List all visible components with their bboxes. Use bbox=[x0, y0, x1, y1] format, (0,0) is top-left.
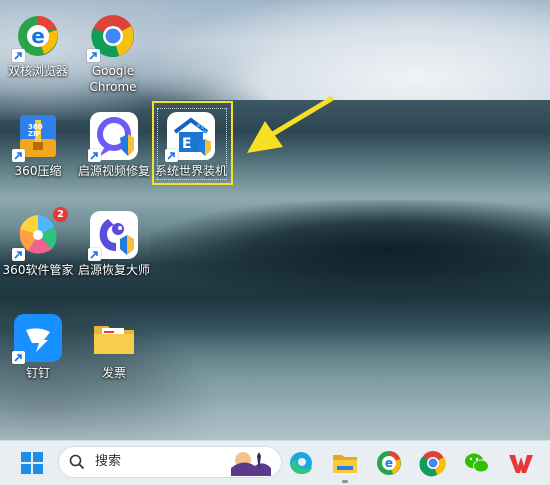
taskbar-file-explorer[interactable] bbox=[329, 447, 361, 479]
360-zip-icon: 360 ZIP bbox=[12, 112, 62, 162]
desktop-icon-360-software-manager[interactable]: 2 360软件管家 bbox=[0, 207, 76, 278]
svg-text:ZIP: ZIP bbox=[28, 130, 41, 138]
shortcut-arrow-icon bbox=[88, 149, 101, 162]
desktop-icon-label: Google Chrome bbox=[89, 64, 137, 94]
desktop-icon-label: 360软件管家 bbox=[2, 263, 74, 277]
search-placeholder: 搜索 bbox=[95, 454, 122, 469]
wallpaper-forest-reflection bbox=[150, 200, 550, 300]
system-world-installer-icon: E bbox=[165, 112, 215, 162]
taskbar-wps[interactable] bbox=[505, 447, 537, 479]
shortcut-arrow-icon bbox=[88, 248, 101, 261]
notification-badge: 2 bbox=[53, 207, 68, 222]
video-repair-icon bbox=[88, 112, 138, 162]
edge-icon bbox=[290, 452, 312, 474]
desktop-icon-label: 钉钉 bbox=[25, 366, 50, 380]
file-explorer-icon bbox=[333, 455, 357, 473]
shortcut-arrow-icon bbox=[12, 49, 25, 62]
desktop-icon-dual-core-browser[interactable]: e 双核浏览器 bbox=[0, 12, 76, 79]
dual-core-browser-icon: e bbox=[12, 12, 62, 62]
shortcut-arrow-icon bbox=[87, 49, 100, 62]
desktop-icon-system-world-installer[interactable]: E 系统世界装机 bbox=[153, 112, 229, 179]
taskbar-chrome[interactable] bbox=[417, 447, 449, 479]
taskbar: 搜索 e bbox=[0, 440, 550, 485]
desktop-icon-video-repair[interactable]: 启源视频修复 bbox=[76, 112, 152, 179]
desktop-icon-label: 启源恢复大师 bbox=[77, 263, 150, 277]
shortcut-arrow-icon bbox=[12, 149, 25, 162]
shortcut-arrow-icon bbox=[12, 351, 25, 364]
desktop-icon-label: 发票 bbox=[101, 366, 126, 380]
wallpaper-mountain-snow bbox=[140, 0, 550, 100]
taskbar-search-box[interactable]: 搜索 bbox=[58, 446, 282, 478]
desktop-icon-label: 系统世界装机 bbox=[154, 164, 227, 178]
desktop-icon-360-zip[interactable]: 360 ZIP 360压缩 bbox=[0, 112, 76, 179]
shortcut-arrow-icon bbox=[165, 149, 178, 162]
taskbar-edge[interactable] bbox=[285, 447, 317, 479]
start-button[interactable] bbox=[16, 447, 48, 479]
desktop-icon-dingtalk[interactable]: 钉钉 bbox=[0, 314, 76, 381]
windows-start-icon bbox=[21, 452, 43, 474]
chrome-icon bbox=[419, 451, 446, 477]
desktop-icon-recovery-master[interactable]: 启源恢复大师 bbox=[76, 211, 152, 278]
desktop-icon-label: 双核浏览器 bbox=[7, 64, 68, 78]
recovery-master-icon bbox=[88, 211, 138, 261]
search-icon bbox=[69, 454, 85, 470]
wps-icon bbox=[509, 455, 533, 473]
shortcut-arrow-icon bbox=[12, 248, 25, 261]
desktop-icon-google-chrome[interactable]: Google Chrome bbox=[75, 12, 151, 95]
search-highlight-icon bbox=[231, 452, 271, 476]
svg-text:e: e bbox=[385, 456, 393, 470]
desktop-icon-label: 启源视频修复 bbox=[77, 164, 150, 178]
chrome-icon bbox=[87, 12, 137, 62]
taskbar-wechat[interactable] bbox=[461, 447, 493, 479]
taskbar-running-indicator bbox=[342, 480, 348, 483]
desktop-icon-invoice-folder[interactable]: 发票 bbox=[76, 314, 152, 381]
taskbar-dual-core-browser[interactable]: e bbox=[373, 447, 405, 479]
360-software-manager-icon: 2 bbox=[12, 207, 68, 261]
dingtalk-icon bbox=[12, 314, 62, 364]
annotation-arrow-icon bbox=[247, 96, 334, 153]
dual-core-browser-icon: e bbox=[377, 451, 401, 475]
svg-text:e: e bbox=[31, 24, 45, 48]
svg-text:E: E bbox=[182, 136, 192, 152]
wechat-icon bbox=[465, 453, 489, 473]
folder-icon bbox=[90, 314, 138, 362]
desktop-icon-label: 360压缩 bbox=[14, 164, 62, 178]
